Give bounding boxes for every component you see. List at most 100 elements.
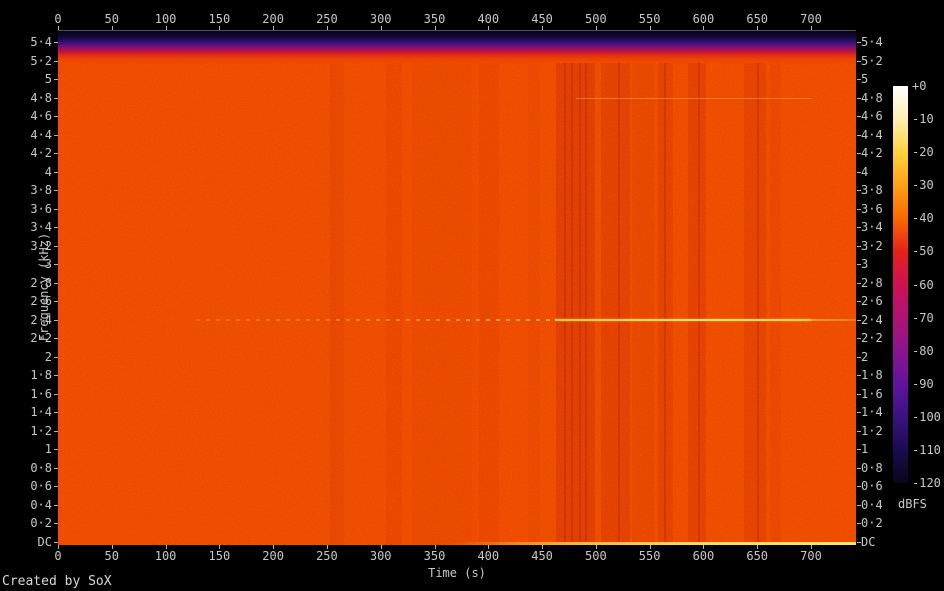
x-tick-top [219,26,221,30]
y-tick-label-right: 0·8 [861,460,883,475]
y-tick-left [54,190,58,192]
colorbar-tick-label: -60 [912,277,934,292]
y-tick-label-right: 1 [861,442,869,457]
y-tick-label-left: 0·4 [30,497,52,512]
x-tick-label-bottom: 250 [316,549,338,563]
x-tick-top [165,26,167,30]
y-tick-label-left: 1·4 [30,405,52,420]
x-tick-top [649,26,651,30]
y-tick-label-left: 3·2 [30,238,52,253]
x-tick-top [595,26,597,30]
y-tick-left [54,301,58,303]
spectrogram-plot-area [58,30,856,545]
x-tick-label-top: 350 [423,12,446,26]
y-tick-label-right: 5·4 [861,35,883,49]
plot-top-edge-line [58,30,856,31]
y-tick-left [54,523,58,525]
y-tick-left [54,430,58,432]
y-tick-left [54,282,58,284]
y-tick-label-right: 2·8 [861,275,883,290]
y-tick-label-left: 3·8 [30,183,52,198]
nyquist-rolloff-band [58,30,856,63]
y-tick-label-right: 2·2 [861,331,883,346]
colorbar-gradient [893,86,908,483]
y-tick-left [54,375,58,377]
tone-4_8khz-line [576,97,811,99]
y-tick-label-left: 1·8 [30,368,52,383]
x-tick-label-bottom: 350 [423,549,446,563]
x-tick-top [58,26,59,30]
x-tick-top [111,26,113,30]
y-tick-label-left: 2 [44,349,52,364]
x-tick-label-bottom: 200 [262,549,284,563]
x-tick-top [488,26,490,30]
y-tick-left [54,264,58,266]
x-tick-top [703,26,705,30]
tone-2_4khz-segment [195,318,555,321]
x-tick-top [380,26,382,30]
y-tick-left [54,227,58,229]
colorbar-tick-label: -100 [912,409,941,424]
x-tick-top [811,26,812,30]
y-tick-label-left: 3·6 [30,201,52,216]
y-tick-label-right: DC [861,535,876,549]
colorbar-tick-label: -120 [912,476,941,490]
y-tick-label-left: 4·4 [30,127,52,142]
y-tick-label-right: 3·8 [861,183,883,198]
x-tick-top [273,26,275,30]
y-tick-label-left: 2·8 [30,275,52,290]
x-tick-label-bottom: 600 [692,549,715,563]
y-tick-label-left: 2·6 [30,294,52,309]
created-by-sox-credit: Created by SoX [2,574,112,589]
y-tick-label-right: 1·8 [861,368,883,383]
y-tick-label-right: 4·2 [861,146,883,161]
y-tick-left [54,467,58,469]
y-tick-left [54,153,58,155]
y-tick-label-right: 4·6 [861,109,883,124]
y-tick-label-left: 2·4 [30,312,52,327]
colorbar-tick-label: -40 [912,211,934,226]
y-tick-label-left: 0·2 [30,516,52,531]
x-tick-label-top: 200 [262,12,284,26]
speckle-noise-texture [58,30,856,545]
y-tick-label-left: 0·8 [30,460,52,475]
x-tick-label-bottom: 0 [54,549,62,563]
x-tick-label-bottom: 300 [369,549,392,563]
y-tick-label-right: 3·4 [861,220,883,235]
x-tick-label-top: 450 [531,12,553,26]
y-tick-left [54,171,58,173]
y-tick-label-right: 3·6 [861,201,883,216]
y-tick-label-right: 3·2 [861,238,883,253]
colorbar-tick-label: -30 [912,178,934,193]
x-tick-label-top: 500 [585,12,607,26]
y-tick-left [54,542,58,543]
x-tick-label-bottom: 150 [208,549,231,563]
y-tick-label-right: 1·6 [861,386,883,401]
y-tick-label-right: 5·2 [861,53,883,68]
y-tick-left [54,134,58,136]
colorbar-tick-label: -80 [912,343,934,358]
x-tick-label-bottom: 450 [531,549,553,563]
y-tick-left [54,208,58,210]
colorbar-tick-label: -50 [912,244,934,259]
y-tick-left [54,356,58,358]
x-axis-title: Time (s) [428,566,486,580]
x-tick-top [542,26,544,30]
y-tick-left [54,97,58,99]
y-tick-label-left: 4·8 [30,90,52,105]
tone-2_4khz-segment [554,318,811,321]
y-tick-label-right: 2·4 [861,312,883,327]
y-tick-label-right: 4·8 [861,90,883,105]
x-tick-label-bottom: 650 [746,549,769,563]
y-tick-left [54,79,58,81]
x-tick-top [434,26,436,30]
y-tick-left [54,504,58,506]
y-tick-label-right: 1·4 [861,405,883,420]
colorbar-tick-label: -90 [912,376,934,391]
y-tick-left [54,245,58,247]
y-tick-label-right: 1·2 [861,423,883,438]
y-tick-label-left: 1·2 [30,423,52,438]
x-tick-label-bottom: 100 [154,549,177,563]
x-tick-label-top: 600 [692,12,715,26]
y-tick-left [54,393,58,395]
